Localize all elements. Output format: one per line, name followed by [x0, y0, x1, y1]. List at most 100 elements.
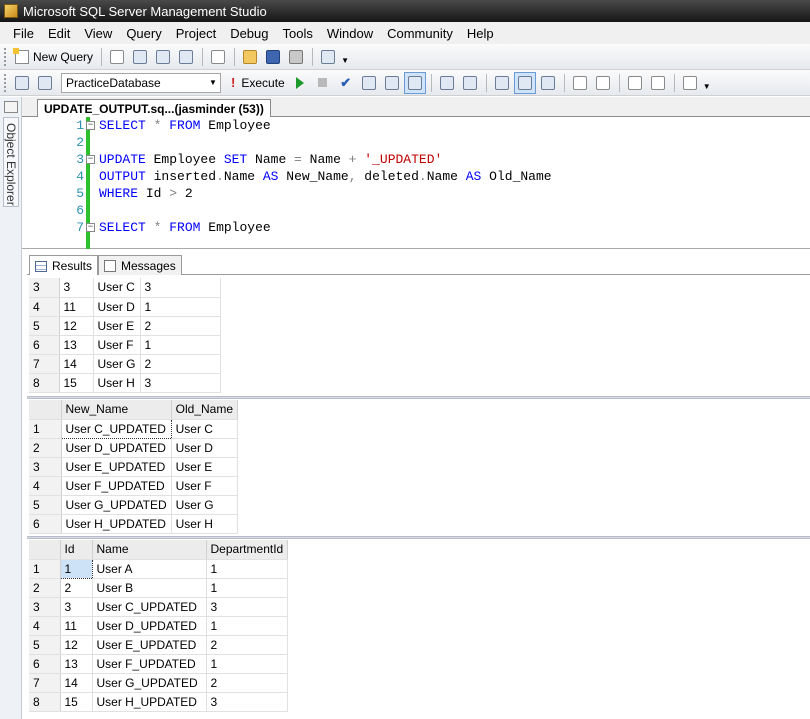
collapse-icon[interactable]: −: [86, 121, 95, 130]
row-header[interactable]: 4: [29, 616, 61, 636]
column-header[interactable]: DepartmentId: [206, 540, 289, 560]
table-cell[interactable]: User F: [93, 335, 141, 355]
results-grid-3[interactable]: Id Name DepartmentId 1 1 User A1 2 2 User B1 3…: [29, 540, 289, 712]
collapse-icon[interactable]: −: [86, 223, 95, 232]
toolbar-options-icon[interactable]: ▼: [340, 46, 350, 68]
grid-splitter[interactable]: [27, 536, 810, 539]
document-tab[interactable]: UPDATE_OUTPUT.sq...(jasminder (53)): [37, 99, 271, 117]
table-cell[interactable]: 15: [59, 373, 94, 393]
row-header[interactable]: 1: [29, 419, 62, 439]
menu-view[interactable]: View: [77, 26, 119, 41]
row-header[interactable]: 3: [29, 457, 62, 477]
table-cell[interactable]: 3: [206, 597, 289, 617]
connect-button[interactable]: [11, 72, 33, 94]
decrease-indent-button[interactable]: [624, 72, 646, 94]
query-designer-button[interactable]: [459, 72, 481, 94]
table-row[interactable]: 5 12 User E_UPDATED 2: [29, 635, 289, 655]
table-row[interactable]: 7 14 User G2: [29, 354, 221, 374]
table-row[interactable]: 6 13 User F1: [29, 335, 221, 355]
table-cell[interactable]: 3: [206, 692, 289, 712]
table-row[interactable]: 2 2 User B1: [29, 578, 289, 598]
table-cell[interactable]: 1: [140, 335, 221, 355]
table-cell[interactable]: User E_UPDATED: [92, 635, 207, 655]
specify-template-values-button[interactable]: [679, 72, 701, 94]
table-cell[interactable]: User D_UPDATED: [61, 438, 172, 458]
table-row[interactable]: 8 15 User H_UPDATED 3: [29, 692, 289, 712]
analysis-xmla-query-button[interactable]: [175, 46, 197, 68]
table-cell[interactable]: User C: [171, 419, 239, 439]
table-cell[interactable]: 1: [206, 654, 289, 674]
display-estimated-plan-button[interactable]: [436, 72, 458, 94]
include-client-statistics-button[interactable]: [513, 71, 536, 94]
table-cell[interactable]: User E: [171, 457, 239, 477]
sql-compact-query-button[interactable]: [207, 46, 229, 68]
comment-out-button[interactable]: [569, 72, 591, 94]
table-cell[interactable]: 11: [60, 616, 93, 636]
table-row[interactable]: 6 User H_UPDATED User H: [29, 514, 239, 534]
tab-messages[interactable]: Messages: [98, 255, 182, 275]
table-row[interactable]: 3 3 User C_UPDATED 3: [29, 597, 289, 617]
table-cell[interactable]: User H_UPDATED: [61, 514, 172, 534]
table-cell[interactable]: 3: [59, 278, 94, 298]
table-cell[interactable]: 1: [206, 559, 289, 579]
table-cell[interactable]: 2: [60, 578, 93, 598]
menu-query[interactable]: Query: [119, 26, 168, 41]
table-row[interactable]: 5 User G_UPDATED User G: [29, 495, 239, 515]
table-cell[interactable]: 1: [59, 558, 93, 579]
table-cell[interactable]: User C_UPDATED: [92, 597, 207, 617]
table-row[interactable]: 1 1 User A1: [29, 558, 289, 579]
table-cell[interactable]: 3: [140, 373, 221, 393]
table-row[interactable]: 6 13 User F_UPDATED 1: [29, 654, 289, 674]
table-cell[interactable]: User A: [92, 559, 207, 579]
activity-monitor-button[interactable]: [317, 46, 339, 68]
table-cell[interactable]: 2: [206, 635, 289, 655]
table-row[interactable]: 8 15 User H3: [29, 373, 221, 393]
table-cell[interactable]: 3: [140, 278, 221, 298]
row-header[interactable]: 7: [29, 673, 61, 693]
row-header[interactable]: 4: [29, 476, 62, 496]
database-engine-query-button[interactable]: [106, 46, 128, 68]
parse-button[interactable]: ✔: [335, 72, 357, 94]
row-header[interactable]: 4: [29, 297, 60, 317]
menu-project[interactable]: Project: [169, 26, 223, 41]
corner-header[interactable]: [29, 400, 62, 420]
table-cell[interactable]: 12: [60, 635, 93, 655]
column-header[interactable]: Name: [92, 540, 207, 560]
table-row[interactable]: 5 12 User E2: [29, 316, 221, 336]
table-cell[interactable]: User F_UPDATED: [61, 476, 172, 496]
table-cell[interactable]: 2: [140, 316, 221, 336]
table-cell[interactable]: User B: [92, 578, 207, 598]
uncomment-button[interactable]: [592, 72, 614, 94]
table-cell[interactable]: User D: [171, 438, 239, 458]
row-header[interactable]: 5: [29, 495, 62, 515]
execute-button[interactable]: ! Execute: [227, 75, 289, 90]
table-cell[interactable]: User G_UPDATED: [92, 673, 207, 693]
table-cell[interactable]: User D_UPDATED: [92, 616, 207, 636]
results-to-text-button[interactable]: [537, 72, 559, 94]
object-explorer-tab[interactable]: Object Explorer: [3, 117, 19, 207]
table-cell[interactable]: 2: [206, 673, 289, 693]
table-cell[interactable]: User G_UPDATED: [61, 495, 172, 515]
table-cell[interactable]: 15: [60, 692, 93, 712]
row-header[interactable]: 6: [29, 514, 62, 534]
grid-splitter[interactable]: [27, 396, 810, 399]
menu-community[interactable]: Community: [380, 26, 460, 41]
row-header[interactable]: 5: [29, 635, 61, 655]
query-editor[interactable]: 1 − SELECT * FROM Employee 2 3 − UPDATE …: [22, 117, 810, 249]
menu-debug[interactable]: Debug: [223, 26, 275, 41]
collapse-icon[interactable]: −: [86, 155, 95, 164]
row-header[interactable]: 7: [29, 354, 60, 374]
corner-header[interactable]: [29, 540, 61, 560]
increase-indent-button[interactable]: [647, 72, 669, 94]
toolbar-grip[interactable]: [4, 73, 7, 92]
analysis-mdx-query-button[interactable]: [129, 46, 151, 68]
row-header[interactable]: 2: [29, 438, 62, 458]
table-row[interactable]: 7 14 User G_UPDATED 2: [29, 673, 289, 693]
table-cell[interactable]: 2: [140, 354, 221, 374]
column-header[interactable]: Id: [60, 540, 93, 560]
disconnect-button[interactable]: [34, 72, 56, 94]
table-cell[interactable]: User H: [93, 373, 141, 393]
table-row[interactable]: 2 User D_UPDATED User D: [29, 438, 239, 458]
table-cell[interactable]: User D: [93, 297, 141, 317]
table-cell[interactable]: 1: [206, 616, 289, 636]
